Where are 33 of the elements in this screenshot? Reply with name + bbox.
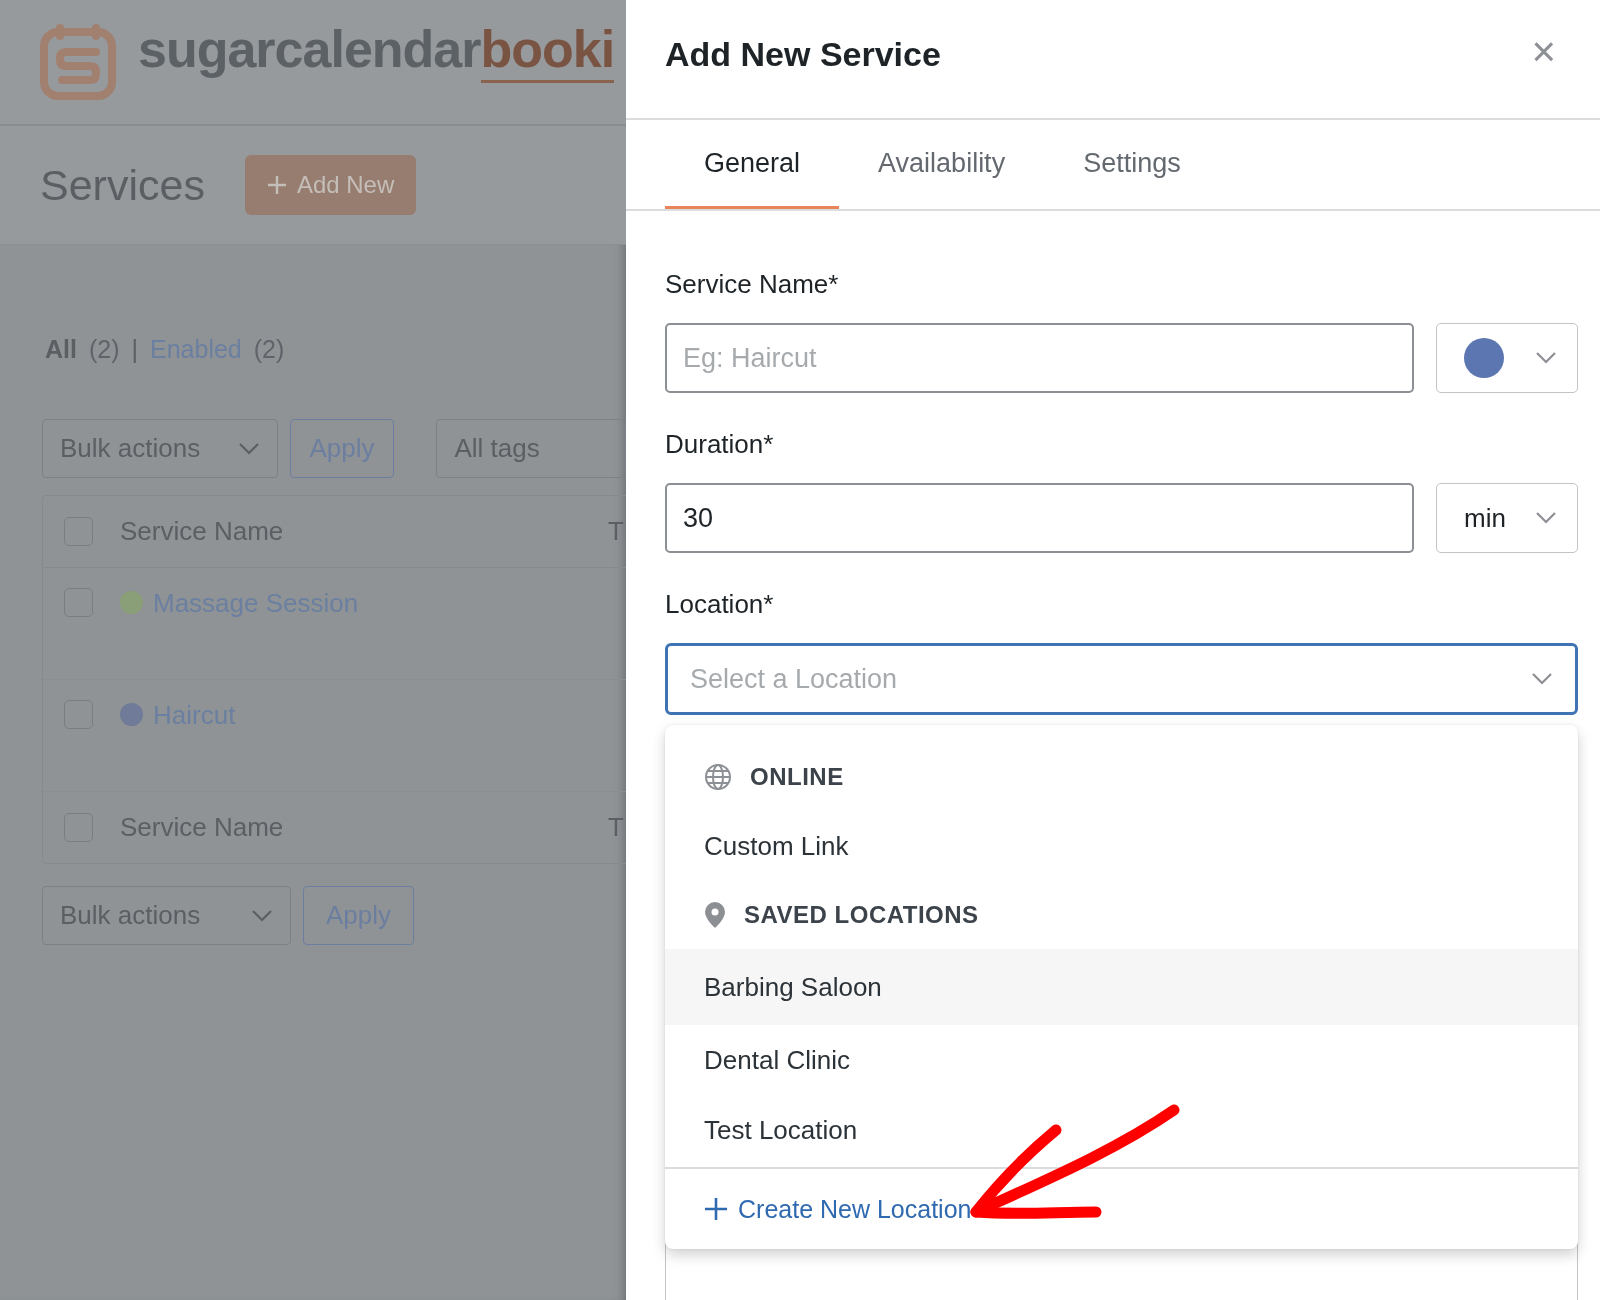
chevron-icon	[237, 441, 260, 456]
panel-title: Add New Service	[665, 34, 941, 74]
separator: |	[131, 334, 138, 364]
chevron-icon	[1535, 351, 1557, 365]
field-label: Location*	[665, 587, 775, 621]
unit-select[interactable]: min	[1436, 483, 1578, 553]
close-button[interactable]: ×	[1525, 28, 1562, 76]
chevron-icon	[1535, 511, 1557, 525]
map-pin-icon	[704, 901, 726, 929]
location-option[interactable]: Barbing Saloon	[665, 949, 1578, 1025]
chevron-icon	[1531, 672, 1553, 686]
location-option[interactable]: Dental Clinic	[665, 1025, 1578, 1095]
location-option[interactable]: Test Location	[665, 1095, 1578, 1165]
tab[interactable]: Settings	[1044, 120, 1220, 209]
add-new-button[interactable]: Add New	[244, 155, 417, 215]
location-select[interactable]: Select a Location	[665, 643, 1578, 715]
location-option[interactable]: Custom Link	[665, 811, 1578, 881]
plus-icon	[704, 1197, 728, 1221]
service-name-field[interactable]: Eg: Haircut	[665, 323, 1414, 393]
tab[interactable]: Availability	[839, 120, 1045, 209]
color-select[interactable]	[1436, 323, 1578, 393]
field-label: Service Name*	[665, 267, 840, 301]
tab[interactable]: General	[665, 120, 840, 209]
field-label: Duration*	[665, 427, 775, 461]
plus-icon	[266, 175, 287, 195]
group-heading: SAVED LOCATIONS	[744, 901, 979, 929]
chevron-icon	[251, 908, 273, 923]
globe-icon	[704, 763, 732, 791]
create-location-link[interactable]: Create New Location	[704, 1194, 972, 1224]
page-title: Services	[40, 160, 205, 210]
group-heading: ONLINE	[750, 763, 844, 791]
calendar-logo-icon	[40, 24, 116, 100]
duration-field[interactable]: 30	[665, 483, 1414, 553]
